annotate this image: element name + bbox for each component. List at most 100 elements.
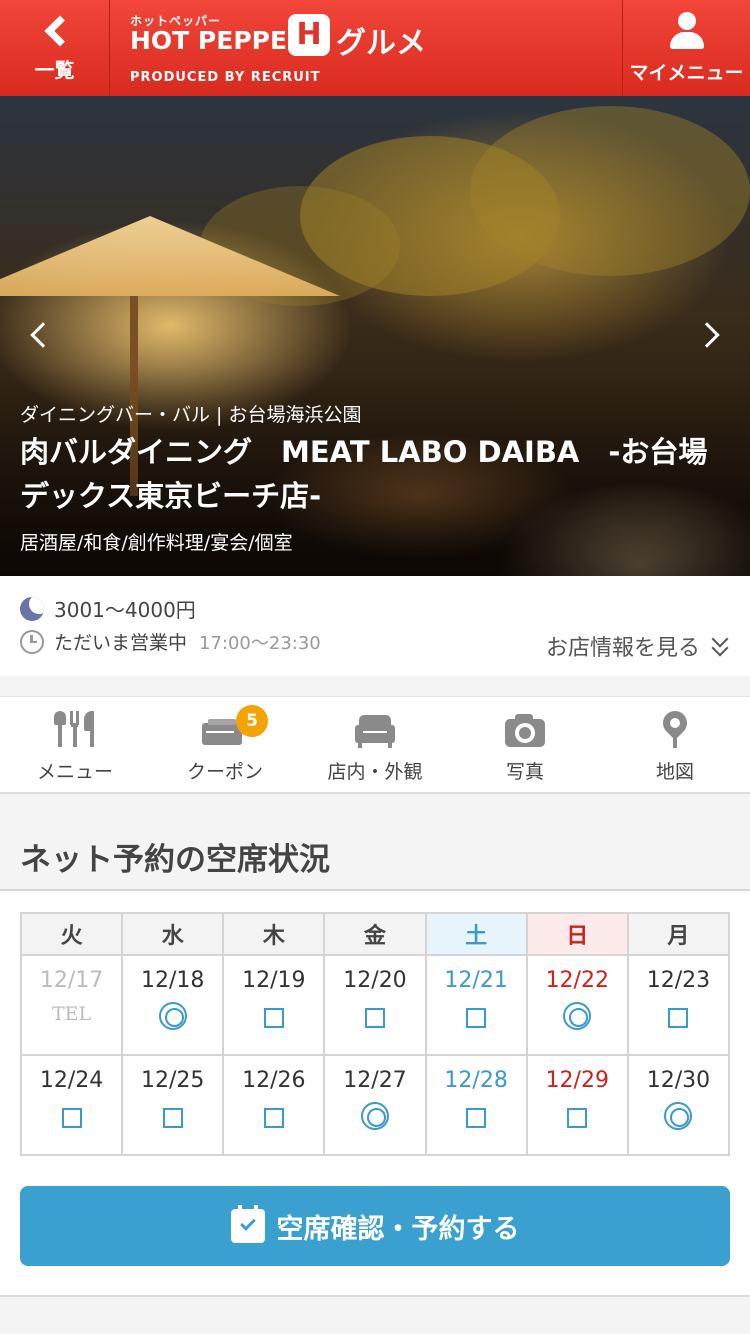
weekday-fri: 金 — [323, 912, 427, 956]
tab-coupon-label: クーポン — [186, 761, 263, 783]
square-limited-icon — [567, 1108, 588, 1128]
reservation-section-title: ネット予約の空席状況 — [20, 842, 330, 878]
my-menu-button[interactable]: マイメニュー — [622, 0, 750, 96]
store-tab-nav: メニュー 5 クーポン 店内・外観 写真 地図 — [0, 696, 750, 794]
calendar-day-cell[interactable]: 12/29 — [525, 1054, 629, 1156]
calendar-day-cell[interactable]: 12/21 — [424, 954, 528, 1056]
store-categories: 居酒屋/和食/創作料理/宴会/個室 — [20, 532, 293, 554]
calendar-date: 12/20 — [343, 968, 407, 993]
view-store-info-link[interactable]: お店情報を見る — [546, 630, 730, 662]
square-limited-icon — [466, 1108, 487, 1128]
square-limited-icon — [668, 1008, 689, 1028]
calendar-day-cell[interactable]: 12/22 — [525, 954, 629, 1056]
double-circle-available-icon — [563, 1002, 592, 1030]
dinner-price: 3001～4000円 — [54, 598, 196, 622]
calendar-day-cell[interactable]: 12/23 — [626, 954, 731, 1056]
calendar-day-cell[interactable]: 12/19 — [222, 954, 326, 1056]
availability-mark — [22, 1093, 121, 1135]
weekday-mon: 月 — [626, 912, 731, 956]
tab-menu[interactable]: メニュー — [0, 697, 150, 792]
square-limited-icon — [263, 1108, 284, 1128]
tab-menu-label: メニュー — [36, 761, 113, 783]
check-availability-reserve-button[interactable]: 空席確認・予約する — [20, 1186, 730, 1266]
availability-mark — [629, 1093, 728, 1135]
reserve-button-label: 空席確認・予約する — [276, 1213, 520, 1245]
cutlery-icon — [50, 711, 100, 749]
calendar-day-cell[interactable]: 12/18 — [121, 954, 225, 1056]
weekday-sat: 土 — [424, 912, 528, 956]
calendar-day-cell[interactable]: 12/20 — [323, 954, 427, 1056]
logo-main-text: HOT PEPPER — [130, 26, 307, 55]
calendar-week-row: 12/24 12/25 12/26 12/27 12/28 12/29 12/30 — [19, 1054, 731, 1156]
tab-coupon[interactable]: 5 クーポン — [150, 697, 300, 792]
availability-mark — [325, 1093, 424, 1135]
square-limited-icon — [61, 1108, 82, 1128]
calendar-date: 12/30 — [646, 1068, 711, 1093]
calendar-day-cell[interactable]: 12/30 — [626, 1054, 731, 1156]
availability-mark — [123, 993, 222, 1035]
back-label: 一覧 — [34, 57, 75, 82]
calendar-date: 12/21 — [444, 968, 508, 993]
square-limited-icon — [466, 1008, 487, 1028]
calendar-date: 12/27 — [343, 1068, 407, 1093]
calendar-day-cell[interactable]: 12/28 — [424, 1054, 528, 1156]
availability-mark — [528, 993, 627, 1035]
moon-icon — [20, 596, 44, 621]
camera-icon — [500, 711, 550, 749]
logo-gourmet-text: グルメ — [336, 26, 426, 61]
tel-only-label: TEL — [51, 1003, 92, 1025]
calendar-date: 12/29 — [545, 1068, 609, 1093]
tab-map[interactable]: 地図 — [600, 697, 750, 792]
weekday-wed: 水 — [121, 912, 225, 956]
calendar-date: 12/28 — [444, 1068, 508, 1093]
availability-mark — [427, 993, 526, 1035]
app-header: 一覧 ホットペッパー HOT PEPPER H グルメ PRODUCED BY … — [0, 0, 750, 96]
square-limited-icon — [162, 1108, 183, 1128]
availability-mark — [427, 1093, 526, 1135]
tab-interior-label: 店内・外観 — [327, 761, 423, 783]
opening-hours: 17:00～23:30 — [199, 632, 321, 654]
square-limited-icon — [364, 1008, 385, 1028]
double-circle-available-icon — [664, 1102, 693, 1130]
calendar-day-cell[interactable]: 12/27 — [323, 1054, 427, 1156]
availability-mark — [224, 1093, 323, 1135]
availability-mark — [224, 993, 323, 1035]
double-chevron-down-icon — [710, 630, 730, 657]
calendar-day-cell[interactable]: 12/26 — [222, 1054, 326, 1156]
map-pin-icon — [650, 706, 700, 749]
calendar-date: 12/24 — [39, 1068, 104, 1093]
chevron-left-icon — [43, 14, 76, 47]
back-to-list-button[interactable]: 一覧 — [0, 0, 110, 96]
tab-photos[interactable]: 写真 — [450, 697, 600, 792]
calendar-date: 12/22 — [545, 968, 609, 993]
weekday-tue: 火 — [19, 912, 124, 956]
tab-interior-exterior[interactable]: 店内・外観 — [300, 697, 450, 792]
weekday-header-row: 火 水 木 金 土 日 月 — [19, 912, 731, 956]
hot-pepper-logo[interactable]: ホットペッパー HOT PEPPER H グルメ PRODUCED BY REC… — [110, 0, 622, 96]
availability-mark — [123, 1093, 222, 1135]
price-row: 3001～4000円 — [20, 594, 196, 623]
store-info-summary: 3001～4000円 ただいま営業中 17:00～23:30 お店情報を見る — [0, 576, 750, 676]
logo-produced-by: PRODUCED BY RECRUIT — [130, 70, 321, 85]
next-photo-arrow-icon[interactable] — [694, 322, 720, 348]
availability-calendar: 火 水 木 金 土 日 月 12/17 TEL 12/18 12/19 12/20 12/… — [19, 912, 731, 1156]
availability-mark — [629, 993, 728, 1035]
calendar-check-icon — [230, 1205, 265, 1243]
logo-h-mark: H — [288, 14, 330, 56]
double-circle-available-icon — [158, 1002, 187, 1030]
open-status: ただいま営業中 — [54, 632, 188, 654]
calendar-date: 12/17 — [39, 968, 104, 993]
sofa-icon — [350, 711, 400, 749]
calendar-date: 12/18 — [141, 968, 205, 993]
store-name: 肉バルダイニング MEAT LABO DAIBA -お台場デックス東京ビーチ店- — [20, 435, 708, 513]
calendar-day-cell[interactable]: 12/25 — [121, 1054, 225, 1156]
availability-mark — [528, 1093, 627, 1135]
calendar-date: 12/25 — [141, 1068, 205, 1093]
prev-photo-arrow-icon[interactable] — [30, 322, 56, 348]
hours-row: ただいま営業中 17:00～23:30 — [20, 628, 321, 655]
double-circle-available-icon — [360, 1102, 389, 1130]
calendar-day-cell[interactable]: 12/24 — [19, 1054, 124, 1156]
my-menu-label: マイメニュー — [629, 61, 744, 84]
store-hero-image: ダイニングバー・バル | お台場海浜公園 肉バルダイニング MEAT LABO … — [0, 96, 750, 576]
coupon-count-badge: 5 — [236, 705, 268, 737]
